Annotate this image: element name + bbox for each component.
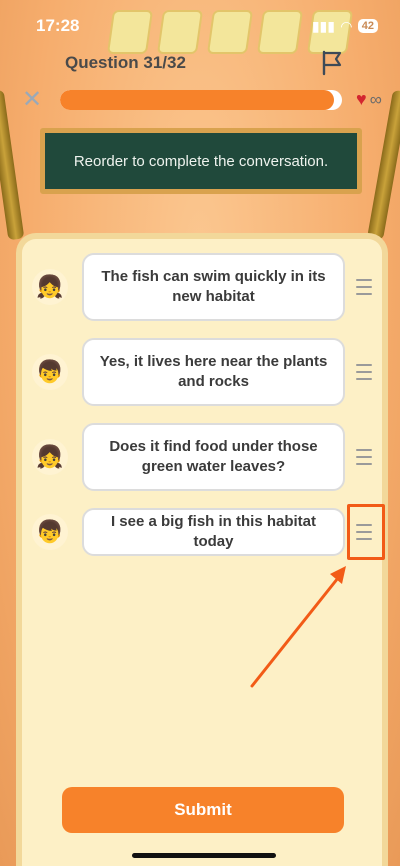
message-bubble[interactable]: The fish can swim quickly in its new hab… [82, 253, 345, 321]
message-row[interactable]: 👧 The fish can swim quickly in its new h… [22, 253, 382, 321]
instruction-text: Reorder to complete the conversation. [73, 152, 329, 170]
boy-avatar-icon: 👦 [32, 354, 68, 390]
close-icon[interactable]: ✕ [22, 88, 42, 112]
status-time: 17:28 [36, 16, 80, 35]
battery-icon: 42 [357, 19, 378, 33]
message-row[interactable]: 👦 I see a big fish in this habitat today [22, 508, 382, 556]
home-indicator [132, 853, 276, 858]
progress-fill [60, 90, 334, 110]
progress-row: ✕ ♥ ∞ [0, 86, 400, 114]
message-row[interactable]: 👦 Yes, it lives here near the plants and… [22, 338, 382, 406]
girl-avatar-icon: 👧 [32, 439, 68, 475]
flag-icon[interactable] [320, 50, 344, 76]
instruction-board: Reorder to complete the conversation. [40, 128, 362, 194]
message-bubble[interactable]: Does it find food under those green wate… [82, 423, 345, 491]
message-row[interactable]: 👧 Does it find food under those green wa… [22, 423, 382, 491]
status-bar: 17:28 ▮▮▮ ◠ 42 [0, 0, 400, 52]
drag-handle-icon[interactable] [352, 276, 376, 298]
boy-avatar-icon: 👦 [32, 514, 68, 550]
heart-icon: ♥ [356, 89, 367, 109]
lives-indicator: ♥ ∞ [356, 89, 382, 110]
question-counter: Question 31/32 [65, 53, 186, 72]
header: Question 31/32 [0, 50, 400, 76]
drag-handle-highlight [347, 504, 385, 560]
lives-count: ∞ [369, 89, 382, 109]
drag-handle-icon[interactable] [352, 446, 376, 468]
submit-button[interactable]: Submit [62, 787, 344, 833]
drag-handle-icon[interactable] [352, 361, 376, 383]
girl-avatar-icon: 👧 [32, 269, 68, 305]
message-bubble[interactable]: Yes, it lives here near the plants and r… [82, 338, 345, 406]
conversation-panel: 👧 The fish can swim quickly in its new h… [22, 239, 382, 866]
status-icons: ▮▮▮ ◠ 42 [312, 18, 378, 35]
wifi-icon: ◠ [340, 17, 352, 34]
message-bubble[interactable]: I see a big fish in this habitat today [82, 508, 345, 556]
progress-bar [60, 90, 342, 110]
signal-icon: ▮▮▮ [311, 17, 335, 34]
